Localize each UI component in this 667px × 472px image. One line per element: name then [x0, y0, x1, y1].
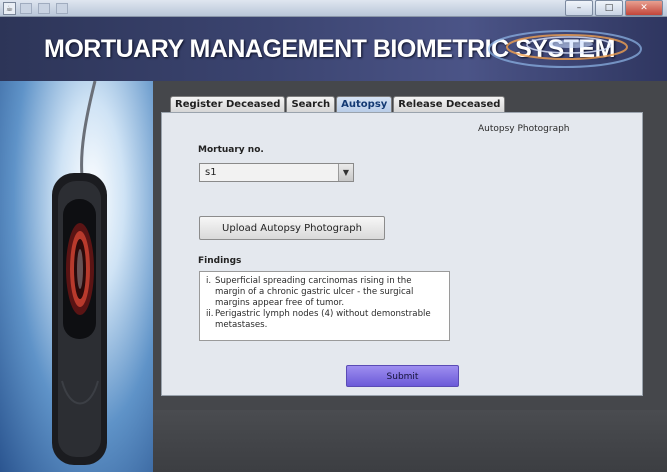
fingerprint-scanner-image	[52, 81, 107, 465]
window-controls: – □ ✕	[565, 0, 663, 16]
tab-register-deceased[interactable]: Register Deceased	[170, 96, 286, 112]
finding-number: ii.	[206, 309, 214, 319]
findings-textarea[interactable]: i. Superficial spreading carcinomas risi…	[199, 271, 450, 341]
finding-text: Superficial spreading carcinomas rising …	[215, 276, 414, 308]
submit-button[interactable]: Submit	[346, 365, 459, 387]
dropdown-arrow-icon[interactable]: ▼	[338, 164, 353, 181]
banner-swirl-decoration	[488, 30, 642, 68]
bottom-strip	[153, 410, 667, 472]
close-button[interactable]: ✕	[625, 0, 663, 16]
autopsy-photograph-label: Autopsy Photograph	[478, 124, 570, 134]
tab-search[interactable]: Search	[286, 96, 336, 112]
window-titlebar: ☕ – □ ✕	[0, 0, 667, 17]
fingerprint-scanner-panel	[0, 81, 153, 472]
finding-text: Perigastric lymph nodes (4) without demo…	[215, 309, 431, 330]
mortuary-number-label: Mortuary no.	[198, 145, 264, 155]
quick-save-icon[interactable]	[20, 3, 32, 14]
mortuary-number-select[interactable]: s1 ▼	[199, 163, 354, 182]
upload-autopsy-photograph-button[interactable]: Upload Autopsy Photograph	[199, 216, 385, 240]
header-banner: MORTUARY MANAGEMENT BIOMETRIC SYSTEM	[0, 17, 667, 81]
finding-number: i.	[206, 276, 212, 286]
tab-release-deceased[interactable]: Release Deceased	[393, 96, 506, 112]
quick-redo-icon[interactable]	[56, 3, 68, 14]
tab-autopsy[interactable]: Autopsy	[336, 96, 393, 112]
main-tabs: Register Deceased Search Autopsy Release…	[170, 96, 506, 112]
app-icon[interactable]: ☕	[3, 2, 16, 15]
minimize-button[interactable]: –	[565, 0, 593, 16]
finding-item: i. Superficial spreading carcinomas risi…	[206, 276, 443, 309]
quick-undo-icon[interactable]	[38, 3, 50, 14]
finding-item: ii. Perigastric lymph nodes (4) without …	[206, 309, 443, 331]
findings-label: Findings	[198, 256, 242, 266]
mortuary-number-value: s1	[205, 167, 217, 178]
maximize-button[interactable]: □	[595, 0, 623, 16]
quick-access-icons	[20, 3, 68, 14]
